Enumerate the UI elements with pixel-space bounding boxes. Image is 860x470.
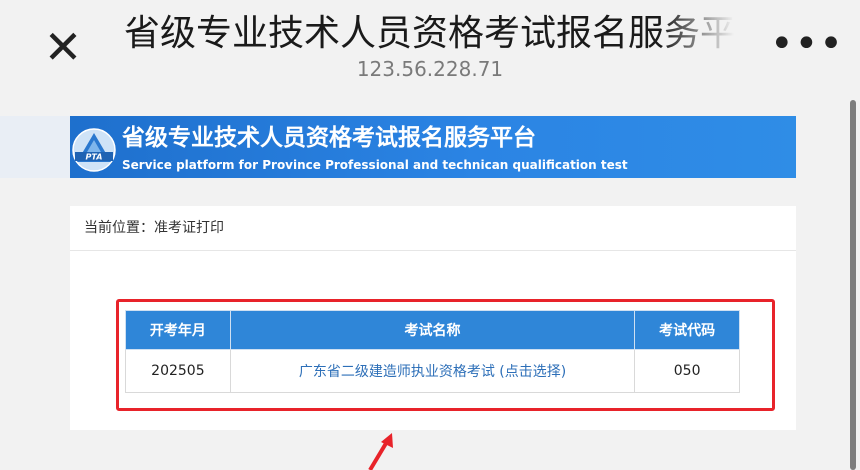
header-exam-code: 考试代码 bbox=[634, 310, 740, 350]
exam-table: 开考年月 考试名称 考试代码 202505 广东省二级建造师执业资格考试 (点击… bbox=[125, 310, 740, 393]
banner-left-strip bbox=[0, 116, 70, 178]
site-banner: PTA 省级专业技术人员资格考试报名服务平台 Service platform … bbox=[0, 116, 796, 178]
header-exam-month: 开考年月 bbox=[125, 310, 231, 350]
table-row: 202505 广东省二级建造师执业资格考试 (点击选择) 050 bbox=[125, 349, 740, 393]
browser-top-bar: ✕ 省级专业技术人员资格考试报名服务平台 123.56.228.71 ••• bbox=[0, 0, 860, 94]
browser-url: 123.56.228.71 bbox=[356, 57, 504, 81]
table-header-row: 开考年月 考试名称 考试代码 bbox=[125, 310, 740, 350]
browser-page-title: 省级专业技术人员资格考试报名服务平台 bbox=[124, 13, 734, 54]
banner-title-cn: 省级专业技术人员资格考试报名服务平台 bbox=[122, 125, 536, 151]
logo-text: PTA bbox=[86, 153, 103, 162]
pta-logo-icon: PTA bbox=[72, 128, 116, 172]
divider bbox=[70, 250, 796, 251]
cell-exam-month: 202505 bbox=[125, 349, 231, 393]
banner-title-en: Service platform for Province Profession… bbox=[122, 158, 628, 172]
cell-exam-name: 广东省二级建造师执业资格考试 (点击选择) bbox=[229, 349, 636, 393]
red-arrow-annotation bbox=[368, 433, 393, 470]
cell-exam-code: 050 bbox=[634, 349, 740, 393]
exam-select-link[interactable]: 广东省二级建造师执业资格考试 (点击选择) bbox=[299, 364, 566, 380]
breadcrumb: 当前位置：准考证打印 bbox=[84, 220, 224, 236]
header-exam-name: 考试名称 bbox=[229, 310, 636, 350]
more-options-icon[interactable]: ••• bbox=[770, 22, 843, 66]
scrollbar[interactable] bbox=[850, 100, 856, 470]
